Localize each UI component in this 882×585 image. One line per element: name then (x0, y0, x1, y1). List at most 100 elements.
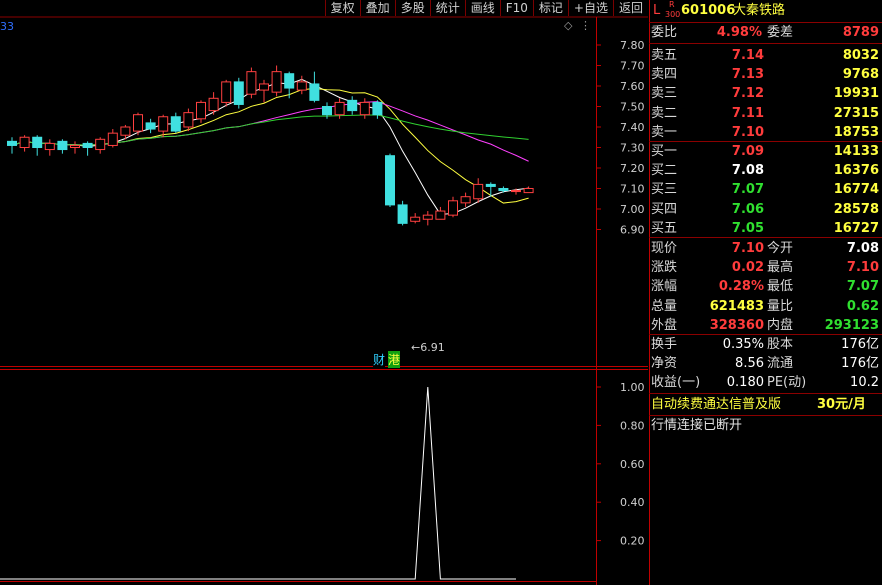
candle-down[interactable] (498, 188, 509, 192)
stat-value: 7.08 (846, 241, 879, 256)
finance-label: 换手 (651, 337, 678, 352)
candle-up[interactable] (120, 126, 131, 136)
ask-volume: 19931 (833, 86, 879, 102)
stat-row: 现价 7.10 今开 7.08 (649, 239, 882, 258)
candle-up[interactable] (448, 200, 458, 216)
bid-volume: 16774 (833, 182, 879, 198)
ask-label: 卖二 (651, 105, 678, 121)
candle-up[interactable] (183, 112, 194, 128)
candle-up[interactable] (271, 71, 282, 93)
candle-down[interactable] (32, 136, 43, 148)
kline-chart[interactable]: 7.80 7.70 7.60 7.50 7.40 7.30 7.20 7.10 7.00 6.90… (0, 0, 648, 585)
candle-down[interactable] (309, 83, 320, 101)
candle-up[interactable] (107, 132, 118, 146)
candle-up[interactable] (19, 136, 30, 148)
candle-up[interactable] (473, 183, 484, 200)
candle-up[interactable] (422, 214, 433, 220)
finance-value: 8.56 (735, 356, 764, 372)
ma20-line (11, 101, 529, 162)
bid-label: 买三 (651, 182, 678, 198)
stat-value: 328360 (709, 317, 764, 333)
finance-badge[interactable]: 财 (373, 351, 386, 368)
stat-row: 外盘 328360 内盘 293123 (649, 316, 882, 335)
ask-price: 7.14 (731, 48, 764, 63)
candle-up[interactable] (296, 81, 307, 91)
bid-price: 7.08 (731, 163, 764, 179)
more-dots-icon[interactable]: ⋮ (580, 19, 591, 32)
candle-down[interactable] (57, 140, 68, 151)
candle-up[interactable] (259, 83, 269, 91)
stock-name[interactable]: 大秦铁路 (733, 1, 785, 20)
candle-down[interactable] (233, 81, 244, 105)
indicator-tick-label: 0.80 (620, 419, 645, 432)
stat-label: 今开 (767, 241, 794, 256)
ask-row[interactable]: 卖三 7.12 19931 (649, 84, 882, 103)
candle-down[interactable] (347, 99, 358, 112)
candle-up[interactable] (208, 97, 219, 112)
candle-up[interactable] (70, 144, 80, 148)
candle-down[interactable] (170, 116, 181, 132)
candle-down[interactable] (322, 106, 332, 116)
candle-up[interactable] (523, 188, 534, 194)
weibi-label: 委比 (651, 25, 678, 40)
ad-text[interactable]: 自动续费通达信普及版 (651, 395, 781, 414)
finance-value: 176亿 (841, 337, 879, 352)
candle-down[interactable] (7, 140, 17, 146)
bid-price: 7.06 (731, 201, 764, 217)
stat-value: 7.10 (731, 241, 764, 256)
ad-row[interactable]: 自动续费通达信普及版 30元/月 (649, 395, 882, 414)
candle-up[interactable] (221, 81, 232, 103)
candle-up[interactable] (359, 101, 370, 116)
candle-up[interactable] (410, 216, 421, 222)
candle-up[interactable] (196, 101, 206, 120)
indicator-tick-label: 0.20 (620, 535, 645, 548)
candle-up[interactable] (246, 71, 257, 95)
weibi-row: 委比 4.98% 委差 8789 (649, 23, 882, 42)
stat-value: 293123 (824, 317, 879, 333)
candle-down[interactable] (385, 155, 395, 206)
bid-row[interactable]: 买五 7.05 16727 (649, 219, 882, 238)
hk-badge[interactable]: 港 (388, 351, 401, 368)
ask-label: 卖五 (651, 48, 678, 63)
ad-price[interactable]: 30元/月 (817, 395, 866, 414)
bid-row[interactable]: 买二 7.08 16376 (649, 161, 882, 180)
ask-row[interactable]: 卖二 7.11 27315 (649, 104, 882, 123)
candle-up[interactable] (511, 190, 521, 193)
ask-row[interactable]: 卖一 7.10 18753 (649, 123, 882, 142)
stat-label: 外盘 (651, 317, 678, 333)
candle-down[interactable] (372, 101, 383, 116)
candle-up[interactable] (334, 101, 345, 116)
candle-down[interactable] (485, 183, 496, 187)
candle-down[interactable] (145, 122, 156, 130)
diamond-icon[interactable]: ◇ (564, 19, 572, 32)
ask-row[interactable]: 卖四 7.13 9768 (649, 65, 882, 84)
candle-down[interactable] (284, 73, 295, 89)
stat-label: 现价 (651, 241, 678, 256)
bid-row[interactable]: 买三 7.07 16774 (649, 180, 882, 199)
stat-value: 7.07 (846, 279, 879, 295)
candle-up[interactable] (133, 114, 143, 132)
bid-label: 买一 (651, 144, 678, 159)
stat-label: 最高 (767, 260, 794, 276)
indicator-tick-label: 1.00 (620, 381, 645, 394)
candle-up[interactable] (158, 116, 169, 132)
candle-up[interactable] (460, 196, 471, 204)
bid-volume: 14133 (833, 144, 879, 159)
candle-up[interactable] (95, 138, 106, 151)
stat-label: 涨幅 (651, 279, 678, 295)
bid-row[interactable]: 买四 7.06 28578 (649, 200, 882, 219)
candle-up[interactable] (435, 210, 446, 220)
candle-down[interactable] (397, 204, 408, 224)
ask-row[interactable]: 卖五 7.14 8032 (649, 46, 882, 65)
ask-volume: 27315 (833, 105, 879, 121)
finance-label: PE(动) (767, 375, 807, 391)
candle-down[interactable] (82, 142, 93, 148)
candle-up[interactable] (44, 142, 55, 151)
price-tick-label: 7.40 (620, 121, 645, 134)
ask-label: 卖三 (651, 86, 678, 102)
price-tick-label: 7.20 (620, 162, 645, 175)
bid-volume: 16376 (833, 163, 879, 179)
stat-row: 总量 621483 量比 0.62 (649, 297, 882, 316)
l-mark: L (653, 3, 661, 18)
bid-row[interactable]: 买一 7.09 14133 (649, 142, 882, 161)
